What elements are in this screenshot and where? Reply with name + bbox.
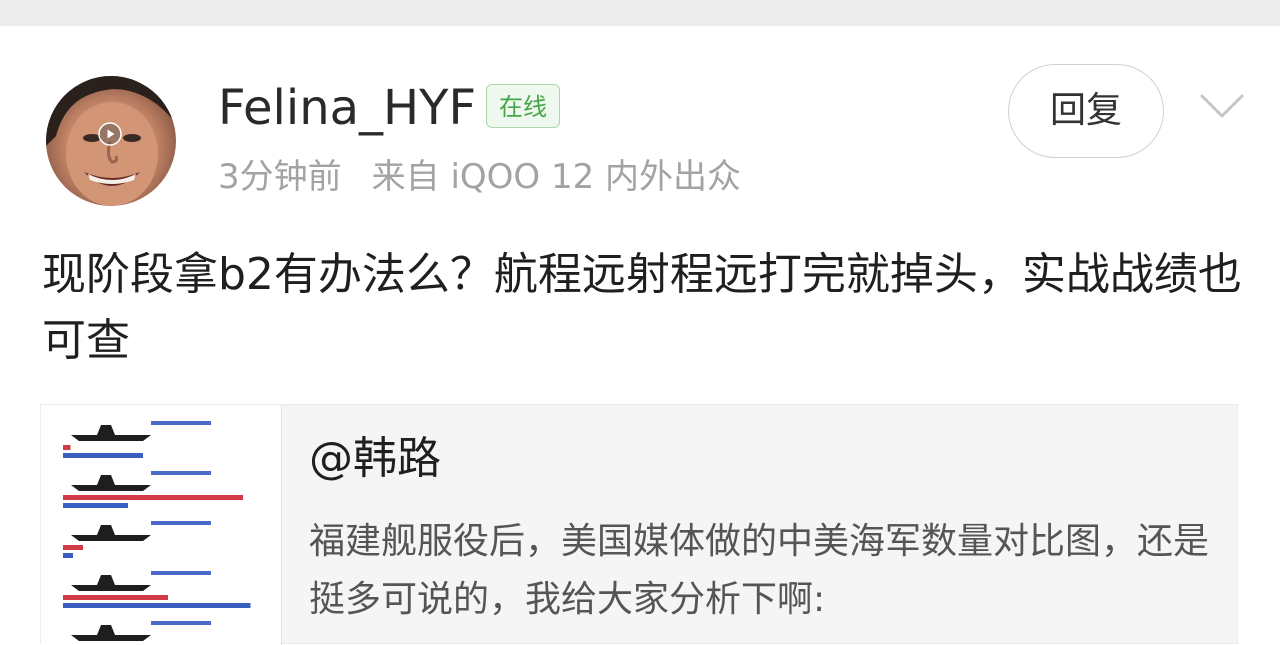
china-bar (63, 445, 71, 450)
post-time: 3分钟前 (218, 157, 342, 197)
category-caption (151, 621, 211, 625)
thumbnail-chart (63, 421, 251, 641)
us-bar (63, 553, 73, 558)
us-bar (63, 603, 251, 608)
reply-button[interactable]: 回复 (1008, 64, 1164, 158)
username[interactable]: Felina_HYF (218, 78, 476, 138)
chevron-down-icon[interactable] (1198, 88, 1246, 124)
play-icon[interactable] (98, 122, 122, 146)
avatar[interactable] (46, 76, 176, 206)
quoted-post-author[interactable]: @韩路 (309, 431, 441, 487)
us-bar (63, 503, 128, 508)
china-bar (63, 495, 243, 500)
category-caption (151, 471, 211, 475)
post-source: 来自 iQOO 12 内外出众 (371, 157, 742, 197)
quoted-post-thumbnail[interactable] (41, 405, 282, 645)
category-caption (151, 521, 211, 525)
category-caption (151, 421, 211, 425)
online-status-badge: 在线 (486, 84, 560, 128)
ship-silhouette (71, 475, 151, 491)
ship-silhouette (71, 575, 151, 591)
category-caption (151, 571, 211, 575)
quoted-post-text: 福建舰服役后，美国媒体做的中美海军数量对比图，还是挺多可说的，我给大家分析下啊: (309, 521, 1210, 620)
china-bar (63, 595, 168, 600)
ship-silhouette (71, 425, 151, 441)
ship-silhouette (71, 625, 151, 641)
post-text: 现阶段拿b2有办法么？航程远射程远打完就掉头，实战战绩也可查 (42, 249, 1242, 366)
post-meta: 3分钟前 来自 iQOO 12 内外出众 (218, 155, 741, 199)
status-bar-strip (0, 0, 1280, 26)
us-bar (63, 453, 143, 458)
ship-silhouette (71, 525, 151, 541)
china-bar (63, 545, 83, 550)
quoted-post-card[interactable]: @韩路 福建舰服役后，美国媒体做的中美海军数量对比图，还是挺多可说的，我给大家分… (40, 404, 1238, 645)
